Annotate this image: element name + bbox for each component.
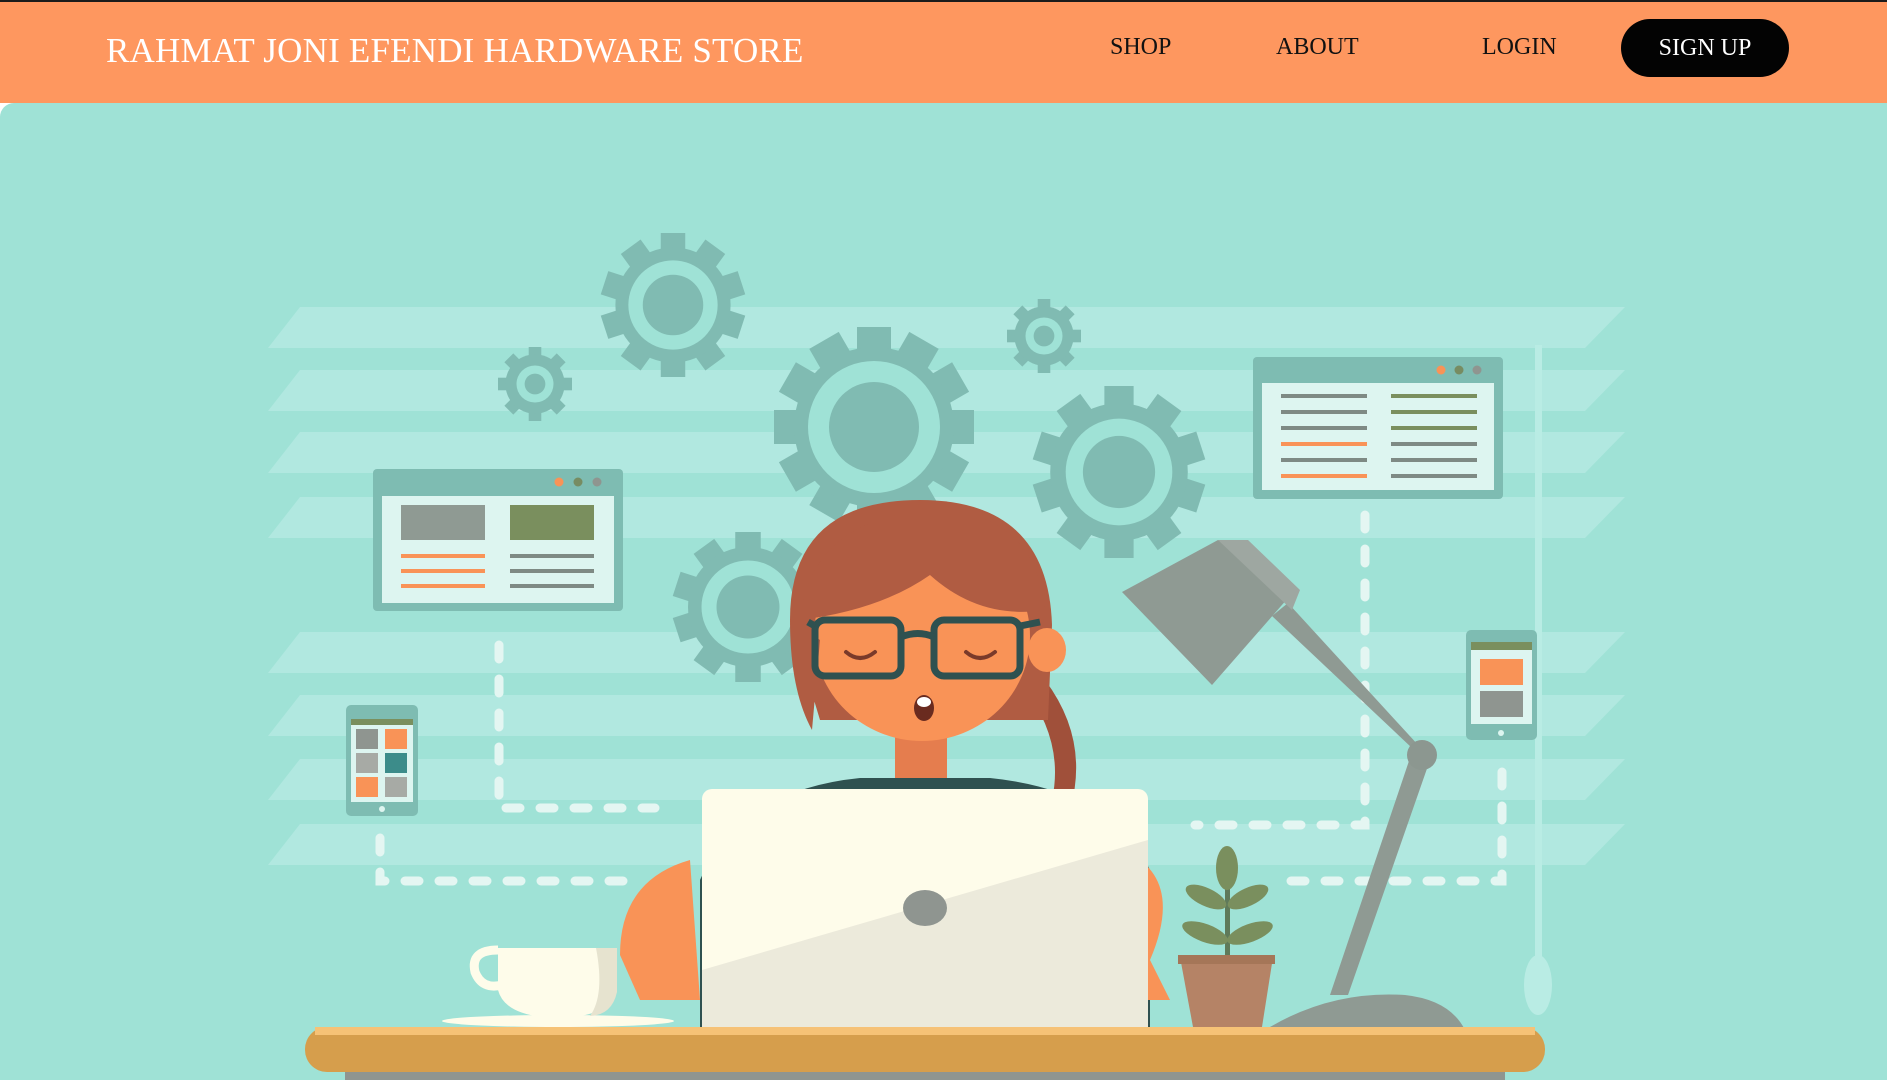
desk: [305, 1027, 1545, 1080]
gear-icon: [1007, 299, 1081, 373]
browser-window-icon: [1253, 357, 1503, 499]
top-navigation-bar: RAHMAT JONI EFENDI HARDWARE STORE SHOP A…: [0, 0, 1887, 103]
tablet-icon: [346, 705, 418, 816]
browser-window-icon: [373, 469, 623, 611]
nav-link-about[interactable]: ABOUT: [1276, 34, 1359, 61]
phone-icon: [1466, 630, 1537, 740]
laptop: [702, 789, 1148, 1029]
potted-plant-icon: [1178, 846, 1275, 1027]
woman-at-laptop-illustration: [268, 233, 1625, 1080]
store-brand-title[interactable]: RAHMAT JONI EFENDI HARDWARE STORE: [106, 31, 804, 71]
gear-icon: [498, 347, 572, 421]
nav-link-shop[interactable]: SHOP: [1110, 34, 1171, 61]
sign-up-button[interactable]: SIGN UP: [1621, 19, 1789, 77]
hero-banner: [0, 103, 1887, 1080]
gear-icon: [600, 233, 746, 377]
gear-icon: [1032, 386, 1206, 558]
nav-link-login[interactable]: LOGIN: [1482, 34, 1557, 61]
